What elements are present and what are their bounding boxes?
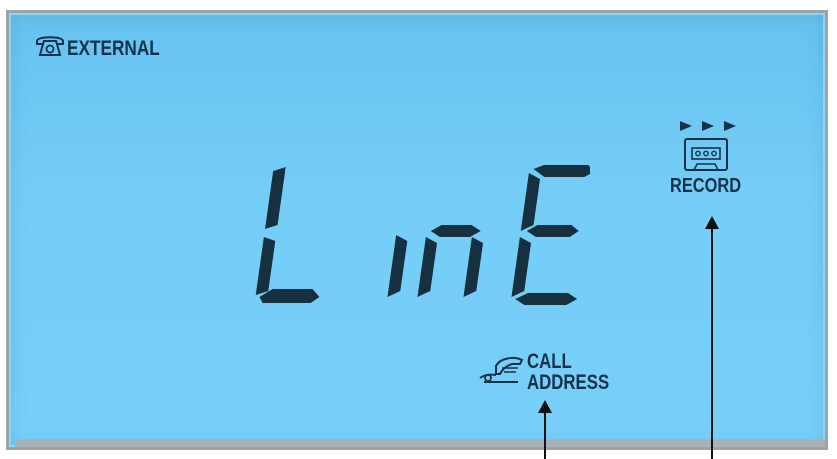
telephone-icon [36, 36, 64, 56]
segment-char-n [417, 225, 484, 297]
up-arrow-icon [538, 400, 552, 459]
play-arrows-icon [680, 121, 736, 131]
cassette-icon [684, 138, 728, 171]
up-arrow-icon [705, 216, 719, 459]
record-label: RECORD [670, 175, 742, 197]
external-label: EXTERNAL [67, 37, 160, 60]
segment-char-l [255, 167, 320, 303]
segment-display-text [255, 165, 590, 305]
segment-char-i [387, 235, 408, 297]
segment-char-e [511, 165, 590, 305]
address-label: ADDRESS [527, 371, 610, 394]
handset-icon [479, 357, 524, 383]
call-label: CALL [527, 350, 572, 373]
lcd-screenshot: EXTERNAL RECORD CALL ADDRESS [0, 0, 837, 459]
